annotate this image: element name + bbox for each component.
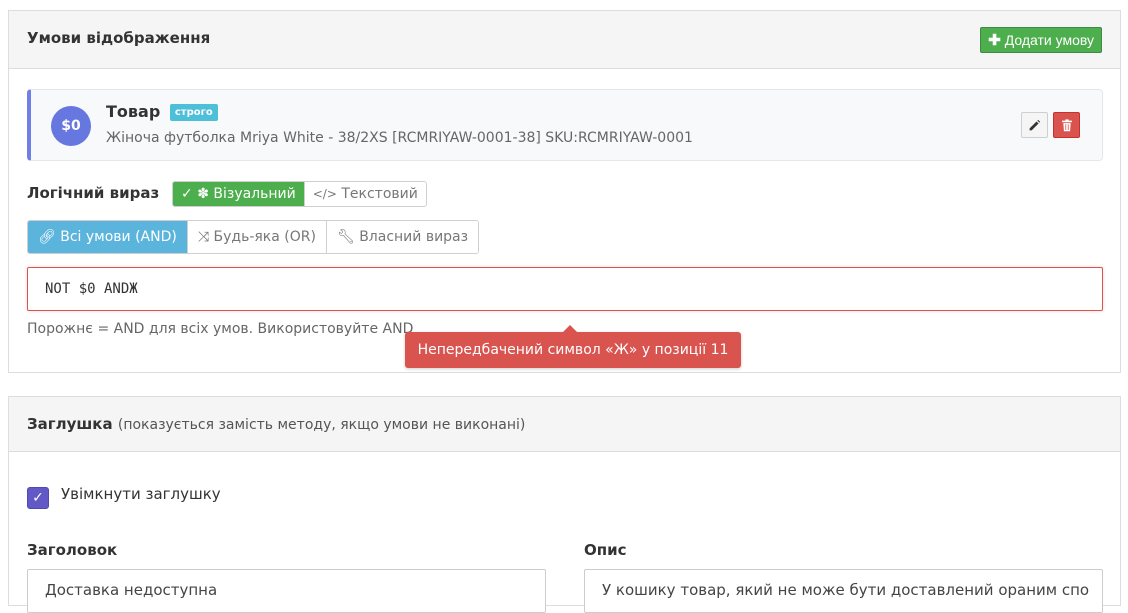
mode-text-button[interactable]: </> Текстовий	[304, 182, 426, 206]
add-condition-label: Додати умову	[1004, 32, 1094, 48]
heading-input[interactable]: Доставка недоступна	[27, 569, 546, 613]
enable-placeholder-label[interactable]: Увімкнути заглушку	[61, 485, 221, 503]
error-tooltip: Непередбачений символ «Ж» у позиції 11	[405, 325, 741, 368]
description-input[interactable]: У кошику товар, який не може бути достав…	[584, 569, 1103, 613]
operator-and-label: Всі умови (AND)	[60, 229, 177, 245]
operator-or-button[interactable]: ⤨ Будь-яка (OR)	[187, 221, 327, 253]
operator-custom-button[interactable]: 🔧︎ Власний вираз	[326, 221, 479, 253]
enable-placeholder-checkbox[interactable]: ✓	[27, 487, 49, 509]
operator-custom-label: Власний вираз	[359, 229, 469, 245]
logic-mode-toggle: ✓ ✽ Візуальний </> Текстовий	[172, 181, 427, 207]
condition-description: Жіноча футболка Mriya White - 38/2XS [RC…	[106, 130, 693, 146]
shuffle-icon: ⤨	[197, 229, 210, 245]
condition-id-badge: $0	[51, 106, 91, 146]
delete-condition-button[interactable]	[1053, 112, 1080, 138]
expression-hint: Порожнє = AND для всіх умов. Використову…	[27, 321, 414, 337]
wrench-icon: 🔧︎	[336, 229, 355, 245]
check-icon: ✓	[181, 186, 193, 202]
expression-input[interactable]: NOT $0 ANDЖ	[27, 267, 1103, 311]
operator-and-button[interactable]: 🔗︎ Всі умови (AND)	[28, 221, 188, 253]
panel-title: Умови відображення	[27, 29, 211, 47]
plus-icon: ✚	[988, 32, 1001, 49]
trash-icon	[1061, 118, 1072, 131]
logic-expression-label: Логічний вираз	[27, 184, 160, 202]
pencil-icon	[1029, 119, 1041, 130]
panel-title: Заглушка (показується замість методу, як…	[27, 415, 525, 433]
puzzle-icon: ✽	[197, 186, 209, 202]
strict-tag: строго	[169, 104, 218, 121]
mode-visual-button[interactable]: ✓ ✽ Візуальний	[173, 182, 305, 206]
condition-card: $0 Товар строго Жіноча футболка Mriya Wh…	[27, 89, 1103, 161]
code-icon: </>	[312, 187, 337, 201]
heading-label: Заголовок	[27, 541, 118, 559]
condition-type: Товар	[106, 102, 161, 121]
add-condition-button[interactable]: ✚ Додати умову	[980, 27, 1102, 53]
operator-or-label: Будь-яка (OR)	[213, 229, 316, 245]
edit-condition-button[interactable]	[1021, 112, 1048, 138]
link-icon: 🔗︎	[38, 229, 56, 245]
condition-name: Товар строго	[106, 102, 218, 121]
placeholder-title: Заглушка	[27, 415, 113, 433]
placeholder-subtitle: (показується замість методу, якщо умови …	[117, 417, 526, 433]
panel-header: Заглушка (показується замість методу, як…	[9, 397, 1120, 452]
mode-text-label: Текстовий	[341, 186, 418, 202]
check-icon: ✓	[32, 490, 44, 506]
panel-header: Умови відображення ✚ Додати умову	[9, 11, 1120, 69]
display-conditions-panel: Умови відображення ✚ Додати умову $0 Тов…	[8, 10, 1121, 373]
mode-visual-label: Візуальний	[213, 186, 296, 202]
placeholder-panel: Заглушка (показується замість методу, як…	[8, 396, 1121, 613]
operator-toggle: 🔗︎ Всі умови (AND) ⤨ Будь-яка (OR) 🔧︎ Вл…	[27, 220, 480, 254]
description-label: Опис	[584, 541, 627, 559]
